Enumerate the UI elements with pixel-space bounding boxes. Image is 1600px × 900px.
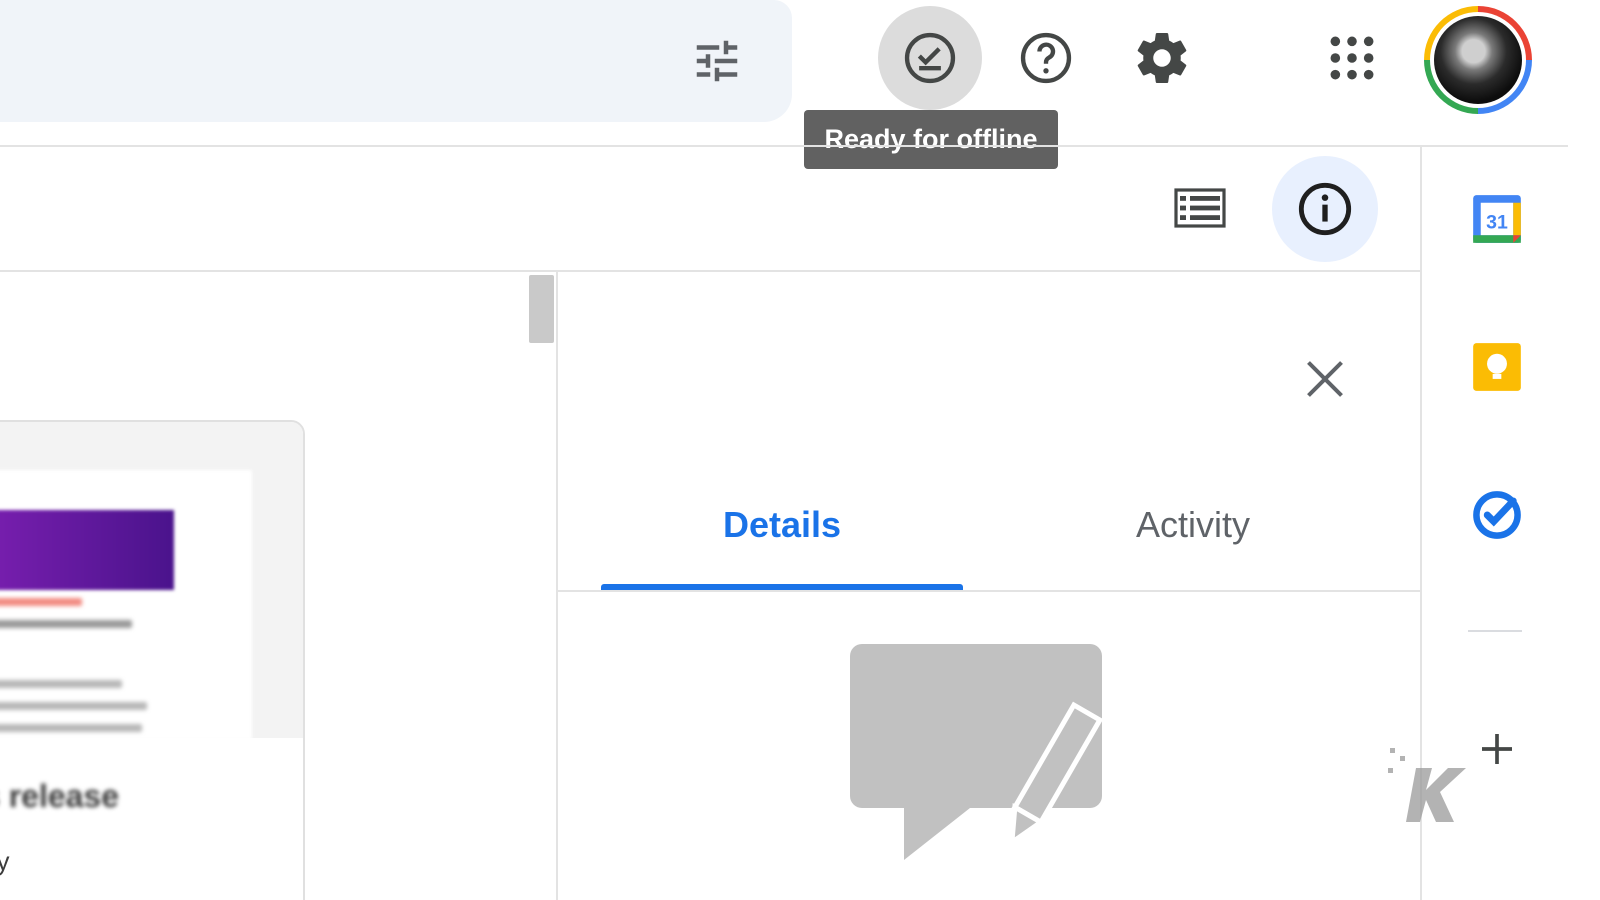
add-icon xyxy=(1482,734,1512,764)
offline-ready-icon xyxy=(904,32,956,84)
scrollbar-thumb[interactable] xyxy=(529,275,554,343)
thumbnail-banner xyxy=(0,510,174,590)
keep-icon xyxy=(1473,343,1521,391)
settings-gear-icon xyxy=(1137,33,1187,83)
list-view-button[interactable] xyxy=(1160,168,1240,248)
content-divider xyxy=(556,272,558,900)
search-options-button[interactable] xyxy=(686,30,748,92)
keep-app-button[interactable] xyxy=(1464,334,1530,400)
tabs-divider xyxy=(558,590,1420,592)
avatar-photo xyxy=(1434,16,1522,104)
close-details-button[interactable] xyxy=(1296,350,1354,408)
help-icon xyxy=(1020,32,1072,84)
list-view-icon xyxy=(1174,188,1226,228)
filter-sliders-icon xyxy=(696,40,738,82)
tab-activity[interactable]: Activity xyxy=(1012,500,1374,550)
apps-grid-icon xyxy=(1330,36,1374,80)
account-avatar[interactable] xyxy=(1424,6,1532,114)
toolbar-divider xyxy=(0,270,1420,272)
search-bar[interactable] xyxy=(0,0,792,122)
view-details-button[interactable] xyxy=(1272,156,1378,262)
calendar-day: 31 xyxy=(1486,211,1508,233)
drive-window: Ready for offline s release xyxy=(0,0,1600,900)
google-apps-button[interactable] xyxy=(1300,6,1404,110)
offline-status-button[interactable] xyxy=(878,6,982,110)
settings-button[interactable] xyxy=(1110,6,1214,110)
info-icon xyxy=(1298,182,1352,236)
calendar-icon: 31 xyxy=(1473,195,1521,243)
file-subtitle: ay xyxy=(0,846,9,877)
tasks-app-button[interactable] xyxy=(1464,482,1530,548)
close-icon xyxy=(1307,361,1343,397)
offline-tooltip: Ready for offline xyxy=(804,110,1058,169)
file-card[interactable]: s release ay xyxy=(0,420,305,900)
comment-edit-illustration xyxy=(850,644,1104,860)
file-title: s release xyxy=(0,778,120,814)
calendar-app-button[interactable]: 31 xyxy=(1464,186,1530,252)
tab-details[interactable]: Details xyxy=(601,500,963,550)
side-panel-separator xyxy=(1468,630,1522,632)
help-button[interactable] xyxy=(994,6,1098,110)
knowtechie-watermark-logo xyxy=(1388,748,1466,822)
tasks-icon xyxy=(1473,491,1521,539)
file-thumbnail xyxy=(0,422,303,740)
header-divider xyxy=(0,145,1568,147)
